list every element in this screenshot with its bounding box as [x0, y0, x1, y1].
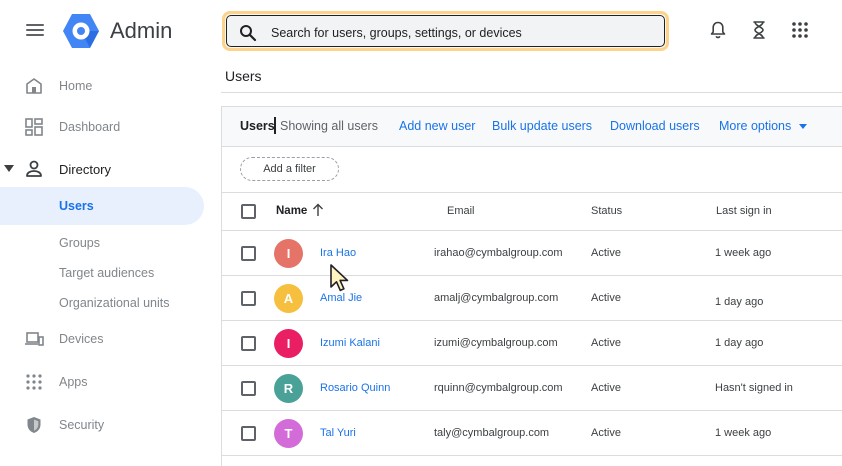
- sidebar-item-label: Dashboard: [59, 120, 121, 134]
- avatar: I: [274, 329, 303, 358]
- sidebar-item-label: Groups: [59, 236, 100, 250]
- user-email: amalj@cymbalgroup.com: [434, 292, 559, 304]
- table-row[interactable]: I Ira Hao irahao@cymbalgroup.com Active …: [222, 231, 842, 276]
- user-email: rquinn@cymbalgroup.com: [434, 382, 563, 394]
- user-name-link[interactable]: Rosario Quinn: [320, 382, 390, 395]
- user-last-sign-in: 1 day ago: [715, 337, 764, 349]
- sidebar-item-label: Users: [59, 199, 94, 213]
- page-title: Users: [225, 68, 262, 84]
- caret-down-icon[interactable]: [4, 165, 14, 173]
- home-icon: [26, 78, 42, 94]
- table-row[interactable]: R Rosario Quinn rquinn@cymbalgroup.com A…: [222, 366, 842, 411]
- filter-bar: Add a filter: [222, 147, 842, 193]
- sidebar-item-dashboard[interactable]: Dashboard: [0, 108, 204, 146]
- add-filter-label: Add a filter: [263, 163, 316, 175]
- table-row[interactable]: A Amal Jie amalj@cymbalgroup.com Active …: [222, 276, 842, 321]
- user-email: taly@cymbalgroup.com: [434, 427, 550, 439]
- search-icon: [240, 25, 257, 42]
- sidebar-item-directory[interactable]: Directory: [0, 150, 204, 188]
- caret-down-icon[interactable]: [799, 124, 807, 129]
- app-title: Admin: [110, 18, 173, 43]
- sidebar-item-label: Home: [59, 79, 93, 93]
- sidebar-item-security[interactable]: Security: [0, 406, 204, 444]
- sidebar-item-label: Directory: [59, 162, 112, 177]
- add-filter-button[interactable]: Add a filter: [240, 157, 339, 181]
- devices-icon: [25, 332, 44, 346]
- select-all-checkbox[interactable]: [241, 204, 256, 219]
- shield-icon: [27, 417, 41, 433]
- user-name-link[interactable]: Amal Jie: [320, 292, 362, 305]
- showing-all-users-text: Showing all users: [280, 119, 378, 133]
- user-status: Active: [591, 337, 621, 349]
- user-status: Active: [591, 427, 621, 439]
- main-content: Users Users Showing all users Add new us…: [221, 62, 842, 466]
- user-email: irahao@cymbalgroup.com: [434, 247, 563, 259]
- user-last-sign-in: 1 week ago: [715, 247, 772, 259]
- avatar: A: [274, 284, 303, 313]
- table-header: Name Email Status Last sign in: [222, 193, 842, 231]
- download-users-link[interactable]: Download users: [610, 119, 700, 134]
- toolbar-separator: [274, 117, 276, 134]
- person-icon: [26, 160, 42, 177]
- sidebar-item-label: Devices: [59, 332, 104, 346]
- user-email: izumi@cymbalgroup.com: [434, 337, 558, 349]
- admin-logo-icon: [63, 14, 99, 48]
- sidebar-item-apps[interactable]: Apps: [0, 363, 204, 401]
- bulk-update-users-link[interactable]: Bulk update users: [492, 119, 592, 134]
- more-options-button[interactable]: More options: [719, 119, 791, 134]
- row-checkbox[interactable]: [241, 291, 256, 306]
- sidebar: Home Dashboard Directory Users Groups Ta…: [0, 62, 215, 466]
- user-last-sign-in: 1 day ago: [715, 296, 764, 308]
- users-toolbar: Users Showing all users Add new user Bul…: [222, 107, 842, 147]
- user-status: Active: [591, 292, 621, 304]
- main-menu-icon[interactable]: [26, 24, 44, 36]
- search-input[interactable]: Search for users, groups, settings, or d…: [226, 15, 665, 47]
- user-name-link[interactable]: Izumi Kalani: [320, 337, 380, 350]
- sidebar-item-label: Target audiences: [59, 266, 155, 280]
- column-header-last-sign-in: Last sign in: [716, 205, 772, 217]
- avatar: I: [274, 239, 303, 268]
- sidebar-item-label: Apps: [59, 375, 88, 389]
- user-status: Active: [591, 247, 621, 259]
- divider: [221, 92, 842, 93]
- top-bar: Admin Search for users, groups, settings…: [0, 0, 842, 62]
- mouse-pointer-icon: [330, 264, 349, 292]
- apps-launcher-icon[interactable]: [788, 18, 812, 42]
- sidebar-item-label: Organizational units: [59, 296, 170, 310]
- user-name-link[interactable]: Tal Yuri: [320, 427, 356, 440]
- search-placeholder: Search for users, groups, settings, or d…: [271, 26, 522, 40]
- user-last-sign-in: 1 week ago: [715, 427, 772, 439]
- sort-arrow-up-icon[interactable]: [312, 203, 324, 217]
- apps-icon: [26, 374, 42, 390]
- sidebar-item-label: Security: [59, 418, 105, 432]
- column-header-email: Email: [447, 205, 475, 217]
- user-last-sign-in: Hasn't signed in: [715, 382, 793, 394]
- avatar: T: [274, 419, 303, 448]
- hourglass-icon[interactable]: [747, 18, 771, 42]
- sidebar-item-organizational-units[interactable]: Organizational units: [0, 284, 204, 322]
- row-checkbox[interactable]: [241, 381, 256, 396]
- row-checkbox[interactable]: [241, 246, 256, 261]
- search-bar[interactable]: Search for users, groups, settings, or d…: [222, 11, 669, 51]
- avatar: R: [274, 374, 303, 403]
- row-checkbox[interactable]: [241, 336, 256, 351]
- sidebar-item-users[interactable]: Users: [0, 187, 204, 225]
- table-row[interactable]: T Tal Yuri taly@cymbalgroup.com Active 1…: [222, 411, 842, 456]
- sidebar-item-home[interactable]: Home: [0, 67, 204, 105]
- table-row[interactable]: I Izumi Kalani izumi@cymbalgroup.com Act…: [222, 321, 842, 366]
- row-checkbox[interactable]: [241, 426, 256, 441]
- dashboard-icon: [25, 118, 43, 136]
- user-name-link[interactable]: Ira Hao: [320, 247, 356, 260]
- toolbar-users-label: Users: [240, 119, 275, 133]
- notifications-bell-icon[interactable]: [706, 18, 730, 42]
- column-header-name[interactable]: Name: [276, 205, 307, 218]
- sidebar-item-devices[interactable]: Devices: [0, 320, 204, 358]
- users-panel: Users Showing all users Add new user Bul…: [221, 106, 842, 466]
- column-header-status: Status: [591, 205, 623, 217]
- user-status: Active: [591, 382, 621, 394]
- add-new-user-link[interactable]: Add new user: [399, 119, 475, 134]
